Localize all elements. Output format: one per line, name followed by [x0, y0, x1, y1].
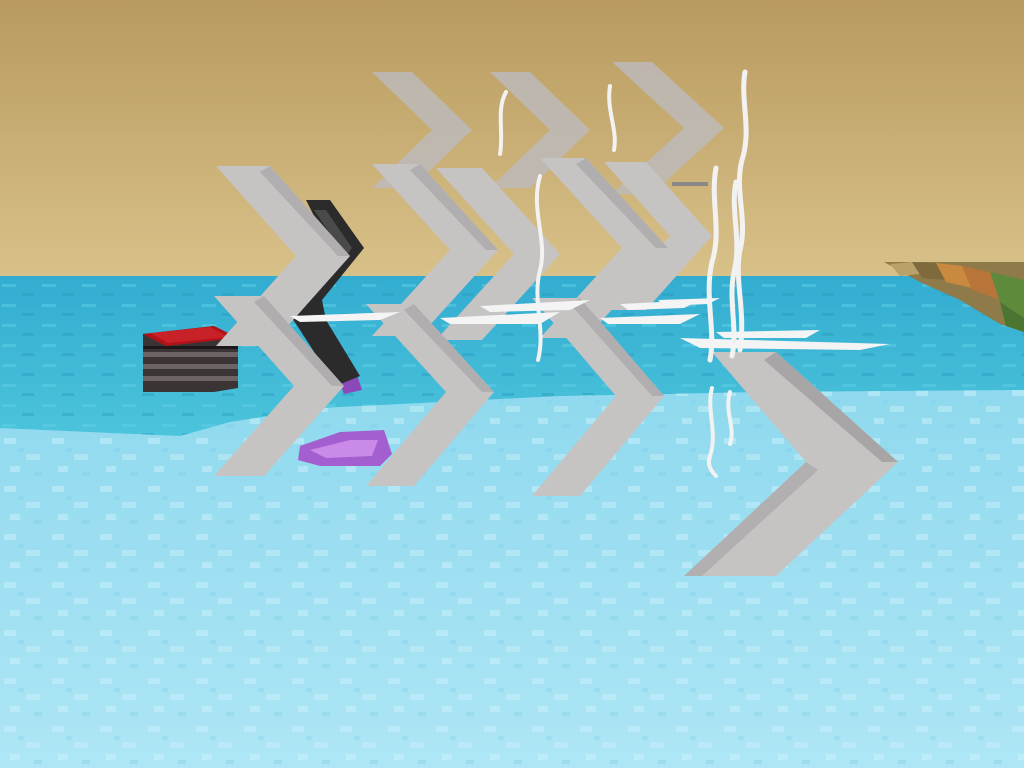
game-viewport[interactable]: [0, 0, 1024, 768]
small-stick: [672, 182, 708, 186]
note-block: [143, 326, 238, 392]
world-canvas: [0, 0, 1024, 768]
